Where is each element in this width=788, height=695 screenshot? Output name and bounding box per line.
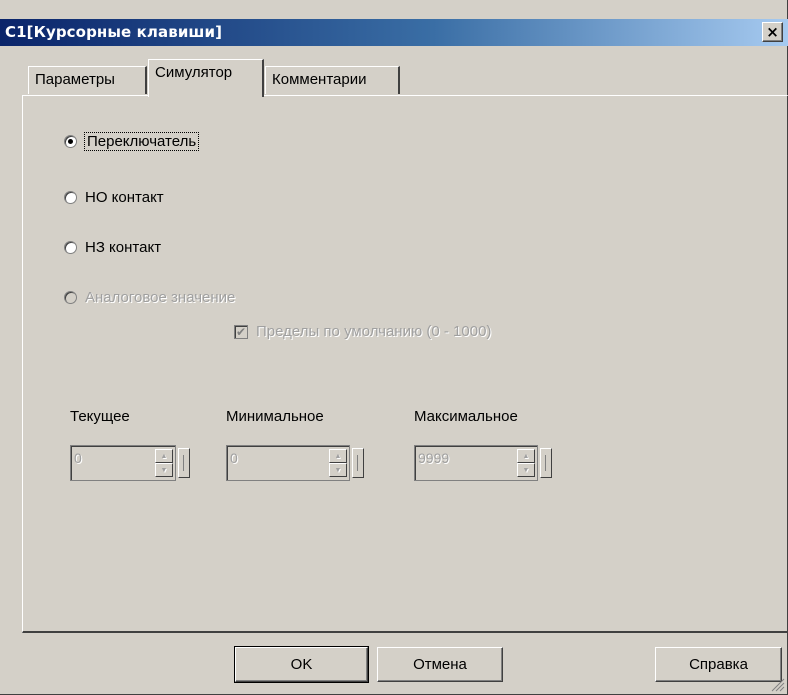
up-arrow-icon: ▲ (155, 449, 173, 463)
minimum-slider-handle (352, 448, 364, 478)
current-spinner: 0 ▲ ▼ (70, 445, 190, 481)
tab-comments-label: Комментарии (272, 71, 367, 88)
ok-button[interactable]: OK (234, 646, 369, 683)
tab-parameters-label: Параметры (35, 71, 115, 88)
maximum-label: Максимальное (414, 408, 518, 425)
tab-comments[interactable]: Комментарии (265, 66, 400, 94)
minimum-label: Минимальное (226, 408, 324, 425)
radio-nc-contact[interactable]: НЗ контакт (64, 239, 161, 256)
down-arrow-icon: ▼ (517, 463, 535, 477)
radio-switch[interactable]: Переключатель (64, 132, 200, 151)
title-bar[interactable]: C1[Курсорные клавиши] × (0, 19, 788, 46)
simulator-panel (22, 95, 788, 633)
tab-simulator-label: Симулятор (155, 64, 233, 81)
maximum-slider-handle (540, 448, 552, 478)
maximum-arrows: ▲ ▼ (517, 449, 535, 477)
dialog-window: C1[Курсорные клавиши] × Параметры Симуля… (0, 0, 788, 695)
radio-analog-value-indicator (64, 291, 77, 304)
current-label: Текущее (70, 408, 130, 425)
radio-no-contact-indicator[interactable] (64, 191, 77, 204)
tab-parameters[interactable]: Параметры (28, 66, 147, 94)
help-button[interactable]: Справка (655, 647, 782, 682)
minimum-arrows: ▲ ▼ (329, 449, 347, 477)
current-slider-handle (178, 448, 190, 478)
close-icon: × (766, 22, 779, 41)
radio-nc-contact-indicator[interactable] (64, 241, 77, 254)
radio-nc-contact-label: НЗ контакт (85, 239, 162, 256)
up-arrow-icon: ▲ (329, 449, 347, 463)
minimum-value: 0 (230, 450, 238, 466)
current-value: 0 (74, 450, 82, 466)
default-limits-label: Пределы по умолчанию (0 - 1000) (256, 323, 492, 340)
minimum-spinner: 0 ▲ ▼ (226, 445, 364, 481)
close-button[interactable]: × (762, 22, 783, 42)
up-arrow-icon: ▲ (517, 449, 535, 463)
down-arrow-icon: ▼ (155, 463, 173, 477)
radio-no-contact-label: НО контакт (85, 189, 164, 206)
current-arrows: ▲ ▼ (155, 449, 173, 477)
window-title: C1[Курсорные клавиши] (5, 23, 223, 41)
maximum-value: 9999 (418, 450, 450, 466)
radio-analog-value-label: Аналоговое значение (85, 289, 236, 306)
radio-switch-indicator[interactable] (64, 135, 77, 148)
radio-analog-value: Аналоговое значение (64, 289, 235, 306)
default-limits-checkbox: ✔ Пределы по умолчанию (0 - 1000) (234, 323, 491, 340)
minimum-field: 0 ▲ ▼ (226, 445, 350, 481)
radio-switch-label: Переключатель (83, 132, 200, 151)
maximum-spinner: 9999 ▲ ▼ (414, 445, 552, 481)
tab-simulator[interactable]: Симулятор (148, 59, 264, 97)
resize-grip-icon[interactable] (767, 674, 785, 692)
current-field: 0 ▲ ▼ (70, 445, 176, 481)
radio-no-contact[interactable]: НО контакт (64, 189, 164, 206)
down-arrow-icon: ▼ (329, 463, 347, 477)
maximum-field: 9999 ▲ ▼ (414, 445, 538, 481)
cancel-button[interactable]: Отмена (377, 647, 503, 682)
checkmark-icon: ✔ (234, 324, 248, 339)
